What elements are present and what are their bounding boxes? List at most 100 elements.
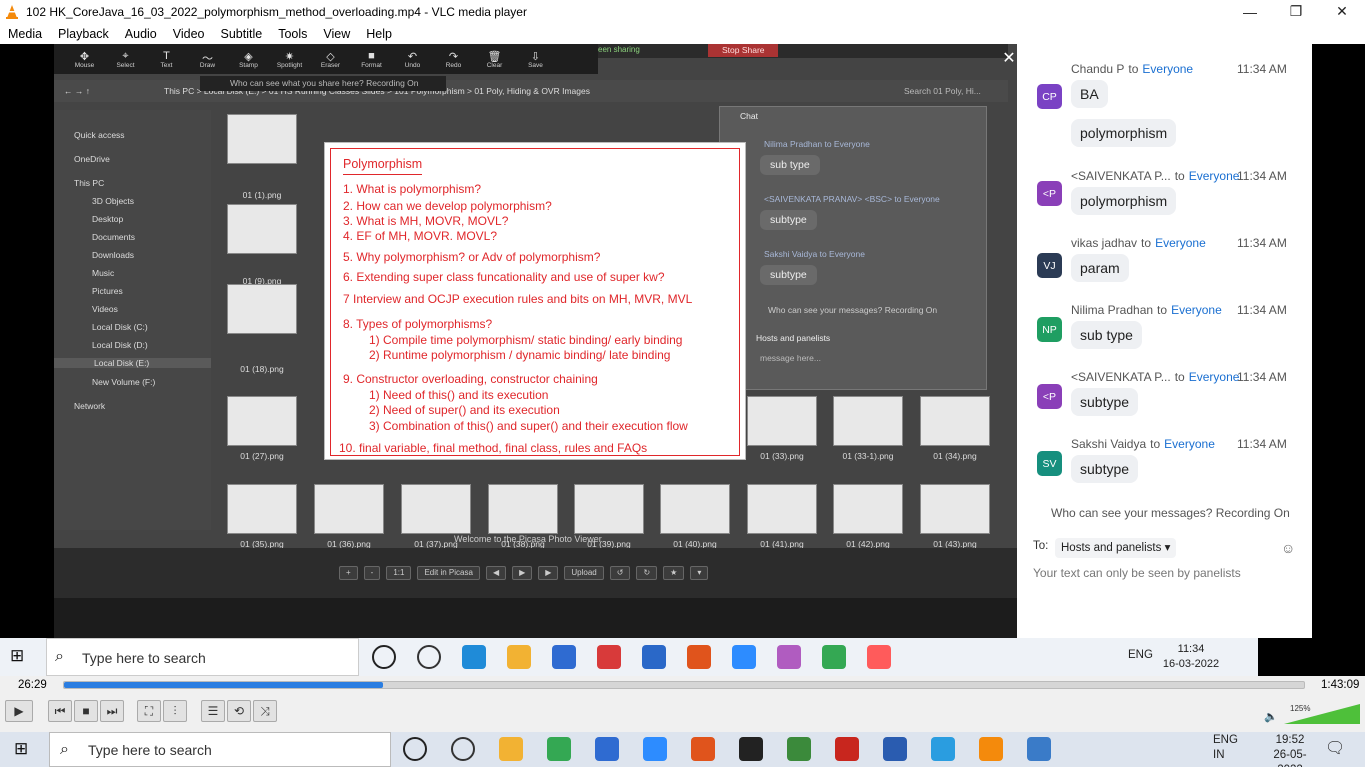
zoom-icon[interactable] [732, 645, 756, 669]
image-thumbnail[interactable] [488, 484, 558, 534]
emoji-icon[interactable]: ☺ [1281, 540, 1295, 556]
paint-icon[interactable] [595, 737, 619, 761]
mail-icon[interactable] [642, 645, 666, 669]
nav-item[interactable]: Desktop [92, 214, 123, 224]
previous-button[interactable]: ⏮ [48, 700, 72, 722]
next-button[interactable]: ⏭ [100, 700, 124, 722]
image-thumbnail[interactable] [401, 484, 471, 534]
upload-button[interactable]: Upload [564, 566, 604, 580]
toolbar-tool[interactable]: ✥ Mouse [64, 50, 105, 69]
image-thumbnail[interactable] [833, 484, 903, 534]
menu-video[interactable]: Video [167, 27, 211, 41]
menu-playback[interactable]: Playback [52, 27, 115, 41]
menu-view[interactable]: View [317, 27, 356, 41]
seek-bar[interactable] [63, 681, 1305, 689]
menu-audio[interactable]: Audio [119, 27, 163, 41]
image-thumbnail[interactable] [920, 484, 990, 534]
toolbar-tool[interactable]: ⌖ Select [105, 50, 146, 69]
close-icon[interactable]: ✕ [1000, 50, 1018, 68]
zoom-out-button[interactable]: - [363, 566, 381, 580]
chart-icon[interactable] [835, 737, 859, 761]
nav-item[interactable]: OneDrive [74, 154, 110, 164]
toolbar-tool[interactable]: 〜 Draw [187, 50, 228, 69]
image-thumbnail[interactable] [833, 396, 903, 446]
chrome-icon[interactable] [547, 737, 571, 761]
notepad-icon[interactable] [787, 737, 811, 761]
host-search-box[interactable]: ⌕ Type here to search [49, 732, 391, 767]
stop-share-button[interactable]: Stop Share [708, 44, 778, 57]
nav-item[interactable]: Downloads [92, 250, 134, 260]
minimize-button[interactable]: — [1227, 0, 1273, 23]
task-view-icon[interactable] [451, 737, 475, 761]
zoom-fit-button[interactable]: 1:1 [386, 566, 412, 580]
record-icon[interactable] [687, 645, 711, 669]
gift-icon[interactable] [597, 645, 621, 669]
notification-icon[interactable]: 🗨 [1325, 738, 1345, 758]
nav-item[interactable]: Local Disk (C:) [92, 322, 148, 332]
extended-settings-button[interactable]: ⫶ [163, 700, 187, 722]
store-icon[interactable] [552, 645, 576, 669]
image-thumbnail[interactable] [227, 114, 297, 164]
chrome-icon[interactable] [822, 645, 846, 669]
host-clock[interactable]: 19:52 26-05-2022 [1262, 733, 1318, 767]
menu-media[interactable]: Media [2, 27, 48, 41]
fullscreen-button[interactable]: ⛶ [137, 700, 161, 722]
image-thumbnail[interactable] [920, 396, 990, 446]
task-view-icon[interactable] [417, 645, 441, 669]
nav-item[interactable]: Music [92, 268, 114, 278]
image-thumbnail[interactable] [227, 396, 297, 446]
speaker-icon[interactable]: 🔈 [1264, 710, 1278, 723]
menu-subtitle[interactable]: Subtitle [215, 27, 269, 41]
nav-item[interactable]: Quick access [74, 130, 125, 140]
nav-item[interactable]: Network [74, 401, 105, 411]
image-thumbnail[interactable] [660, 484, 730, 534]
windows-start-icon[interactable]: ⊞ [14, 739, 28, 759]
toolbar-tool[interactable]: ⇩ Save [515, 50, 556, 69]
image-thumbnail[interactable] [314, 484, 384, 534]
toolbar-tool[interactable]: ◈ Stamp [228, 50, 269, 69]
nav-item[interactable]: New Volume (F:) [92, 377, 155, 387]
image-thumbnail[interactable] [747, 484, 817, 534]
nav-item[interactable]: This PC [74, 178, 104, 188]
close-button[interactable]: ✕ [1319, 0, 1365, 23]
video-area[interactable]: ✥ Mouse ⌖ Select T Text 〜 Draw ◈ Stamp ✷ Spotlight ◇… [0, 44, 1365, 676]
play-button[interactable]: ▶ [5, 700, 33, 722]
rotate-left-icon[interactable]: ↺ [609, 566, 631, 580]
host-lang[interactable]: ENG IN [1213, 733, 1238, 763]
zoom-in-button[interactable]: + [339, 566, 358, 580]
nav-item[interactable]: Videos [92, 304, 118, 314]
paint-icon[interactable] [777, 645, 801, 669]
image-thumbnail[interactable] [574, 484, 644, 534]
file-explorer-icon[interactable] [507, 645, 531, 669]
playlist-button[interactable]: ☰ [201, 700, 225, 722]
play-icon[interactable]: ▶ [512, 566, 533, 580]
telegram-icon[interactable] [979, 737, 1003, 761]
chevron-down-icon[interactable]: ▾ [690, 566, 709, 580]
nav-item[interactable]: Pictures [92, 286, 123, 296]
nav-item[interactable]: 3D Objects [92, 196, 134, 206]
prev-icon[interactable]: ◀ [485, 566, 507, 580]
star-icon[interactable]: ★ [663, 566, 685, 580]
file-explorer-icon[interactable] [499, 737, 523, 761]
menu-help[interactable]: Help [360, 27, 398, 41]
edge-icon[interactable] [462, 645, 486, 669]
vlc-icon[interactable] [1027, 737, 1051, 761]
cortana-icon[interactable] [403, 737, 427, 761]
app-icon[interactable] [867, 645, 891, 669]
edit-in-picasa-button[interactable]: Edit in Picasa [417, 566, 480, 580]
toolbar-tool[interactable]: T Text [146, 50, 187, 69]
toolbar-tool[interactable]: ■ Format [351, 50, 392, 69]
stop-button[interactable]: ■ [74, 700, 98, 722]
toolbar-tool[interactable]: ↶ Undo [392, 50, 433, 69]
cortana-icon[interactable] [372, 645, 396, 669]
toolbar-tool[interactable]: ✷ Spotlight [269, 50, 310, 69]
acrobat-icon[interactable] [883, 737, 907, 761]
toolbar-tool[interactable]: ↷ Redo [433, 50, 474, 69]
image-thumbnail[interactable] [227, 284, 297, 334]
who-can-see-messages[interactable]: Who can see your messages? Recording On [1051, 506, 1290, 520]
menu-tools[interactable]: Tools [272, 27, 313, 41]
loop-button[interactable]: ⟲ [227, 700, 251, 722]
shuffle-button[interactable]: ⤨ [253, 700, 277, 722]
image-thumbnail[interactable] [227, 484, 297, 534]
store-icon[interactable] [643, 737, 667, 761]
